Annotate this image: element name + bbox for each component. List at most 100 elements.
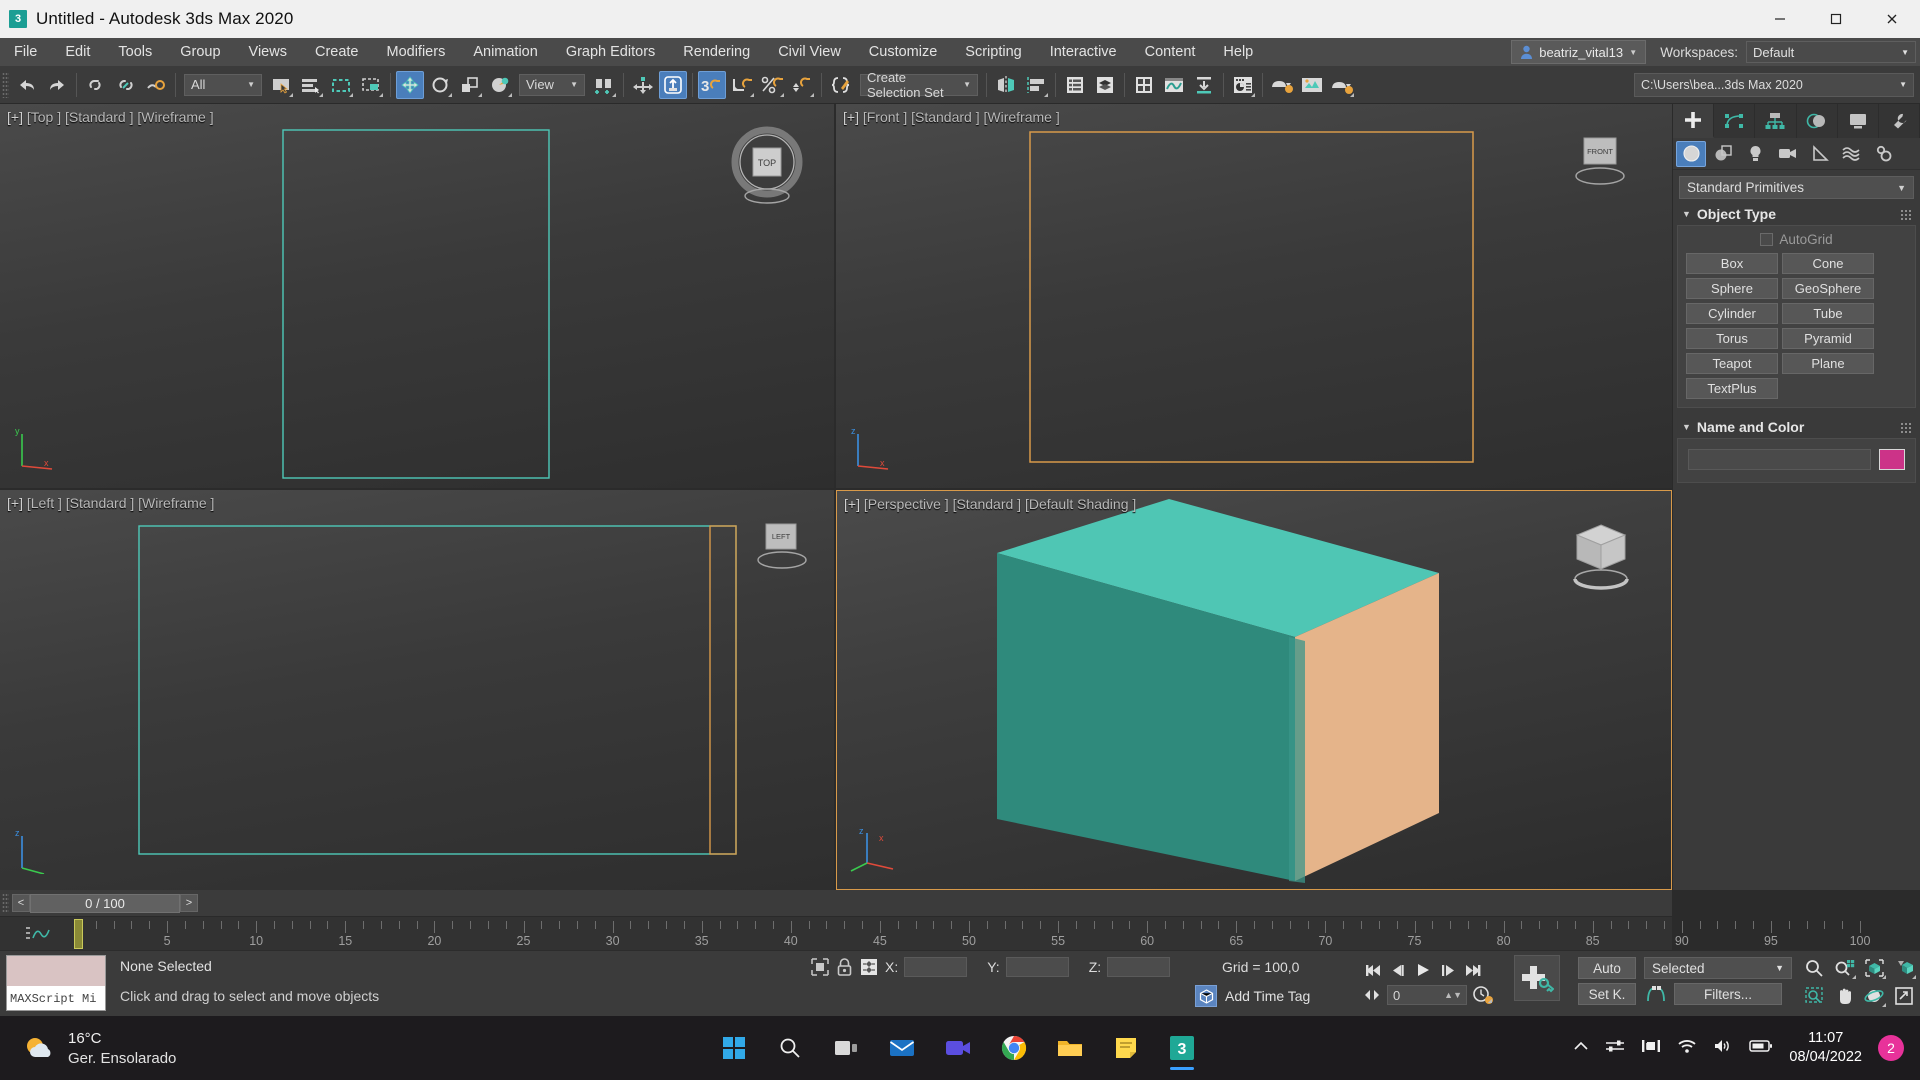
category-helpers[interactable] (1804, 141, 1834, 167)
go-to-end-icon[interactable] (1460, 959, 1485, 982)
category-systems[interactable] (1868, 141, 1898, 167)
time-slider-grip[interactable] (2, 893, 9, 913)
select-and-scale-icon[interactable] (456, 71, 484, 99)
zoom-extents-icon[interactable] (1860, 955, 1888, 981)
view-cube-front[interactable]: FRONT (1558, 128, 1644, 196)
render-setup-icon[interactable] (1190, 71, 1218, 99)
spinner-snap-toggle-icon[interactable] (788, 71, 816, 99)
view-cube-left[interactable]: LEFT (744, 512, 830, 582)
placement-tool-icon[interactable] (486, 71, 514, 99)
reference-coordinate-system-select[interactable]: View ▼ (519, 73, 585, 96)
object-button-cone[interactable]: Cone (1782, 253, 1874, 274)
project-path[interactable]: C:\Users\bea...3ds Max 2020 ▼ (1634, 72, 1914, 97)
auto-key-button[interactable]: Auto (1578, 957, 1636, 979)
snaps-3d-toggle-icon[interactable]: 3 (698, 70, 726, 99)
percent-snap-toggle-icon[interactable] (758, 71, 786, 99)
select-and-rotate-icon[interactable] (426, 71, 454, 99)
category-geometry[interactable] (1676, 140, 1706, 167)
search-button[interactable] (766, 1024, 814, 1072)
viewport-left[interactable]: [+] [Left ] [Standard ] [Wireframe ] z L… (0, 490, 834, 890)
object-button-textplus[interactable]: TextPlus (1686, 378, 1778, 399)
snaps-toggle-icon[interactable] (659, 70, 687, 99)
category-shapes[interactable] (1708, 141, 1738, 167)
scene-explorer-icon[interactable] (1061, 71, 1089, 99)
tab-create[interactable] (1673, 104, 1715, 138)
bind-to-space-warp-icon[interactable] (142, 71, 170, 99)
viewport-front[interactable]: [+] [Front ] [Standard ] [Wireframe ] z … (836, 104, 1672, 488)
box-object[interactable] (837, 491, 1672, 890)
drag-handle-icon[interactable] (1900, 421, 1911, 433)
autogrid-checkbox[interactable] (1760, 233, 1774, 246)
volume-icon[interactable] (1713, 1038, 1733, 1059)
previous-frame-icon[interactable] (1385, 959, 1410, 982)
menu-help[interactable]: Help (1209, 38, 1267, 66)
curve-editor-icon[interactable] (1160, 71, 1188, 99)
intel-graphics-icon[interactable] (1641, 1038, 1661, 1059)
rendered-frame-window-icon[interactable] (1229, 71, 1257, 99)
redo-icon[interactable] (43, 71, 71, 99)
zoom-extents-selected-icon[interactable] (1890, 955, 1918, 981)
menu-edit[interactable]: Edit (51, 38, 104, 66)
select-and-link-icon[interactable] (82, 71, 110, 99)
zoom-region-icon[interactable] (1800, 983, 1828, 1009)
menu-tools[interactable]: Tools (104, 38, 166, 66)
unlink-selection-icon[interactable] (112, 71, 140, 99)
menu-scripting[interactable]: Scripting (951, 38, 1035, 66)
set-key-button[interactable]: Set K. (1578, 983, 1636, 1005)
object-button-box[interactable]: Box (1686, 253, 1778, 274)
view-cube-perspective[interactable] (1555, 513, 1647, 603)
start-button[interactable] (710, 1024, 758, 1072)
user-account-menu[interactable]: beatriz_vital13 ▼ (1511, 40, 1647, 64)
maximize-button[interactable] (1808, 0, 1864, 38)
undo-icon[interactable] (13, 71, 41, 99)
selection-lock-region-icon[interactable] (810, 957, 830, 977)
x-field[interactable] (904, 957, 968, 977)
render-production-icon[interactable] (1268, 71, 1296, 99)
category-cameras[interactable] (1772, 141, 1802, 167)
selection-lock-icon[interactable] (836, 957, 853, 977)
maximize-viewport-icon[interactable] (1890, 983, 1918, 1009)
mirror-icon[interactable] (992, 71, 1020, 99)
selection-level-select[interactable]: Selected ▼ (1644, 957, 1792, 979)
open-autodesk-app-store-icon[interactable] (1328, 71, 1356, 99)
menu-civil-view[interactable]: Civil View (764, 38, 855, 66)
object-button-pyramid[interactable]: Pyramid (1782, 328, 1874, 349)
object-button-torus[interactable]: Torus (1686, 328, 1778, 349)
object-button-plane[interactable]: Plane (1782, 353, 1874, 374)
autogrid-row[interactable]: AutoGrid (1686, 232, 1907, 247)
track-bar-playhead[interactable] (74, 919, 83, 949)
maxscript-input-pane[interactable]: MAXScript Mi (7, 986, 105, 1012)
key-mode-toggle-icon[interactable] (1362, 988, 1382, 1002)
rectangular-selection-region-icon[interactable] (327, 71, 355, 99)
time-slider-handle[interactable]: 0 / 100 (30, 893, 180, 913)
go-to-start-icon[interactable] (1360, 959, 1385, 982)
mail-button[interactable] (878, 1024, 926, 1072)
close-button[interactable] (1864, 0, 1920, 38)
absolute-relative-transform-icon[interactable] (859, 957, 879, 977)
select-by-name-icon[interactable] (297, 71, 325, 99)
default-in-out-tangent-icon[interactable] (1644, 984, 1668, 1004)
next-frame-button[interactable]: > (180, 894, 198, 912)
select-and-manipulate-icon[interactable] (629, 71, 657, 99)
maxscript-mini-listener[interactable]: MAXScript Mi (6, 955, 106, 1011)
select-object-icon[interactable] (267, 71, 295, 99)
chrome-button[interactable] (990, 1024, 1038, 1072)
rollout-object-type-header[interactable]: ▼ Object Type (1677, 203, 1916, 225)
wifi-icon[interactable] (1677, 1038, 1697, 1059)
tab-modify[interactable] (1714, 104, 1756, 138)
current-frame-field[interactable]: 0 ▲▼ (1387, 985, 1467, 1005)
tab-utilities[interactable] (1879, 104, 1920, 138)
menu-interactive[interactable]: Interactive (1036, 38, 1131, 66)
object-button-teapot[interactable]: Teapot (1686, 353, 1778, 374)
weather-widget[interactable]: 16°C Ger. Ensolarado (22, 1029, 176, 1070)
tab-hierarchy[interactable] (1755, 104, 1797, 138)
key-filters-button[interactable]: Filters... (1674, 983, 1782, 1005)
notification-badge[interactable]: 2 (1878, 1035, 1904, 1061)
maxscript-output-pane[interactable] (7, 956, 105, 986)
settings-icon[interactable] (1605, 1038, 1625, 1059)
menu-create[interactable]: Create (301, 38, 373, 66)
y-field[interactable] (1005, 957, 1069, 977)
battery-icon[interactable] (1749, 1039, 1773, 1058)
menu-views[interactable]: Views (235, 38, 301, 66)
previous-frame-button[interactable]: < (12, 894, 30, 912)
